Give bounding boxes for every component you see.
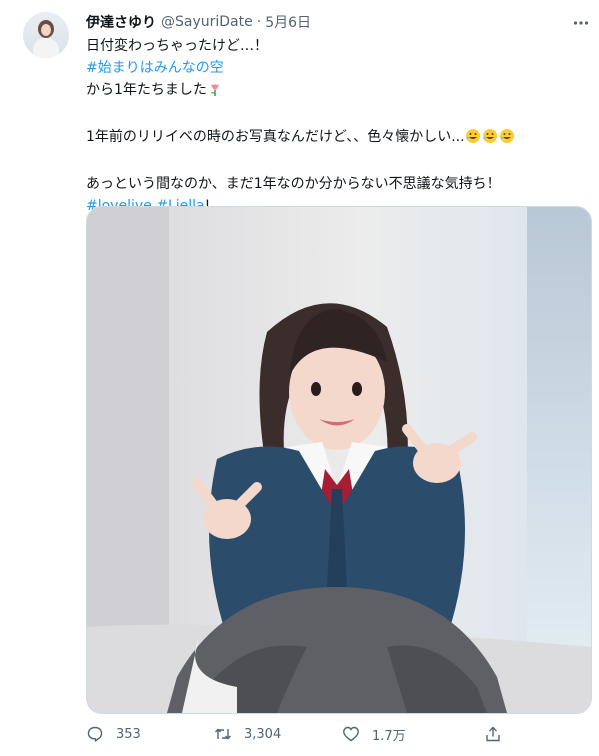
share-button[interactable] [484,720,502,748]
text-line-1: 日付変わっちゃったけど…！ [86,38,268,54]
tulip-emoji [207,81,223,104]
user-handle[interactable]: @SayuriDate [161,14,253,30]
rolling-on-floor-laughing-emoji [465,128,515,151]
separator-dot: · [256,14,262,30]
tweet-text: 日付変わっちゃったけど…！ #始まりはみんなの空 から1年たちました 1年前のリ… [86,35,576,217]
like-count: 1.7万 [372,728,406,744]
retweet-button[interactable]: 3,304 [214,720,281,748]
hashtag-link[interactable]: #始まりはみんなの空 [86,60,224,76]
like-button[interactable]: 1.7万 [342,720,406,748]
display-name[interactable]: 伊達さゆり [86,12,156,32]
reply-button[interactable]: 353 [86,720,141,748]
text-line-5: あっという間なのか、まだ1年なのか分からない不思議な気持ち！ [86,176,501,192]
tweet-card[interactable]: 伊達さゆり @SayuriDate · 5月6日 日付変わっちゃったけど…！ #… [0,0,599,756]
tweet-header: 伊達さゆり @SayuriDate · 5月6日 [86,12,311,32]
text-line-4: 1年前のリリイベの時のお写真なんだけど、、色々懐かしい... [86,129,465,145]
reply-count: 353 [116,726,141,742]
text-line-3: から1年たちました [86,82,207,98]
tweet-date[interactable]: 5月6日 [265,12,311,32]
retweet-count: 3,304 [244,726,282,742]
more-icon[interactable] [572,14,590,32]
tweet-actions: 353 3,304 1.7万 [86,720,596,748]
retweet-icon [215,728,231,740]
heart-icon [343,726,359,742]
share-icon [486,726,500,742]
avatar[interactable] [23,12,69,58]
tweet-photo[interactable] [86,206,592,714]
reply-icon [87,726,103,742]
